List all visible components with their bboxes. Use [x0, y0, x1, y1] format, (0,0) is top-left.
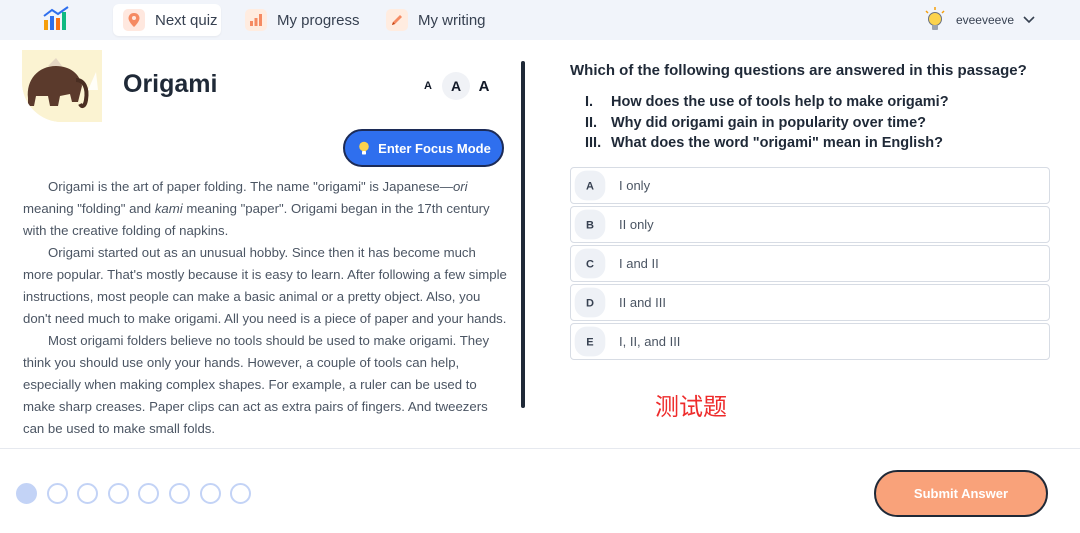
- passage-italic-term: kami: [154, 201, 183, 216]
- footer-divider: [0, 448, 1080, 449]
- top-nav: Next quiz My progress My writing eveevee…: [0, 0, 1080, 40]
- map-pin-icon: [123, 9, 145, 31]
- username: eveeveeve: [955, 13, 1014, 27]
- statement-number: I.: [585, 94, 594, 110]
- font-size-controls: A A A: [414, 72, 498, 100]
- answer-option-c[interactable]: C I and II: [570, 245, 1050, 282]
- progress-dot[interactable]: [230, 483, 252, 504]
- nav-next-quiz-label: Next quiz: [155, 11, 218, 29]
- option-letter: D: [574, 287, 606, 318]
- enter-focus-mode-button[interactable]: Enter Focus Mode: [343, 129, 504, 167]
- question-statement: I. How does the use of tools help to mak…: [585, 94, 1055, 115]
- statement-number: III.: [585, 135, 602, 151]
- pencil-icon: [386, 9, 408, 31]
- question-statements: I. How does the use of tools help to mak…: [585, 94, 1055, 156]
- passage-italic-term: ori: [452, 179, 468, 194]
- progress-dot[interactable]: [46, 483, 68, 504]
- nav-next-quiz[interactable]: Next quiz: [113, 4, 221, 36]
- statement-text: Why did origami gain in popularity over …: [611, 114, 926, 131]
- nav-my-writing[interactable]: My writing: [382, 4, 500, 36]
- bar-chart-icon: [245, 9, 267, 31]
- lightbulb-icon: [925, 7, 945, 30]
- font-size-small-button[interactable]: A: [414, 72, 442, 100]
- progress-dot[interactable]: [168, 483, 190, 504]
- panel-resize-handle[interactable]: [521, 61, 525, 408]
- font-size-medium-button[interactable]: A: [442, 72, 470, 100]
- passage-text: Origami is the art of paper folding. The…: [23, 176, 508, 448]
- question-text: Which of the following questions are ans…: [570, 62, 1027, 79]
- passage-title: Origami: [123, 70, 218, 98]
- statement-text: How does the use of tools help to make o…: [611, 94, 949, 110]
- progress-dot[interactable]: [107, 483, 129, 504]
- overlay-test-label: 测试题: [655, 393, 727, 421]
- lightbulb-icon: [359, 141, 369, 155]
- submit-answer-button[interactable]: Submit Answer: [874, 470, 1048, 517]
- user-menu[interactable]: eveeveeve: [924, 6, 1036, 34]
- progress-dot[interactable]: [138, 483, 160, 504]
- option-text: II only: [619, 217, 654, 232]
- passage-text-run: meaning "folding" and: [23, 201, 155, 216]
- question-statement: II. Why did origami gain in popularity o…: [585, 115, 1055, 136]
- chevron-down-icon: [1023, 16, 1035, 24]
- answer-options: A I only B II only C I and II D II and I…: [570, 167, 1050, 362]
- passage-paragraph: Origami started out as an unusual hobby.…: [23, 245, 507, 326]
- question-statement: III. What does the word "origami" mean i…: [585, 135, 1055, 156]
- question-progress-dots: [16, 483, 252, 504]
- passage-paragraph: Origami is the art of paper folding. The…: [23, 176, 508, 242]
- app-logo-icon[interactable]: [42, 6, 70, 32]
- statement-number: II.: [585, 114, 598, 131]
- statement-text: What does the word "origami" mean in Eng…: [611, 135, 943, 151]
- elephant-illustration-icon: [22, 50, 102, 122]
- answer-option-d[interactable]: D II and III: [570, 284, 1050, 321]
- passage-thumbnail: [22, 50, 102, 122]
- progress-dot[interactable]: [199, 483, 221, 504]
- option-text: I only: [619, 178, 651, 193]
- passage-paragraph: Most origami folders believe no tools sh…: [23, 333, 490, 436]
- nav-my-progress-label: My progress: [277, 11, 360, 29]
- nav-my-writing-label: My writing: [418, 11, 486, 29]
- enter-focus-mode-label: Enter Focus Mode: [378, 140, 491, 156]
- option-letter: C: [574, 248, 606, 279]
- progress-dot-current[interactable]: [16, 483, 37, 504]
- font-size-large-button[interactable]: A: [470, 72, 498, 100]
- progress-dot[interactable]: [77, 483, 99, 504]
- passage-text-run: Origami is the art of paper folding. The…: [48, 179, 453, 194]
- option-letter: B: [574, 209, 606, 240]
- answer-option-a[interactable]: A I only: [570, 167, 1050, 204]
- answer-option-e[interactable]: E I, II, and III: [570, 323, 1050, 360]
- option-text: I, II, and III: [619, 334, 681, 349]
- nav-my-progress[interactable]: My progress: [241, 4, 369, 36]
- option-text: II and III: [619, 295, 666, 310]
- option-letter: E: [574, 326, 606, 357]
- option-letter: A: [574, 170, 606, 201]
- option-text: I and II: [619, 256, 659, 271]
- answer-option-b[interactable]: B II only: [570, 206, 1050, 243]
